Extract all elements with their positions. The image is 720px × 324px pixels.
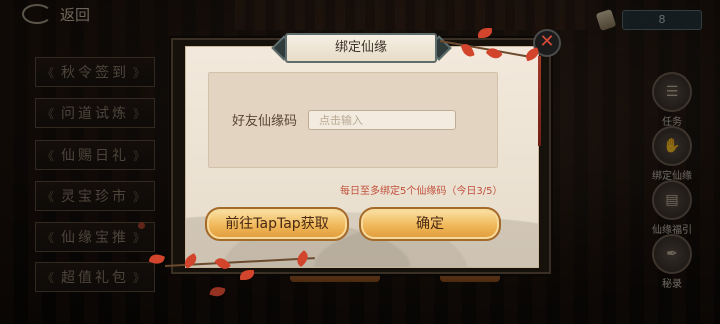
confirm-button[interactable]: 确定 <box>359 207 501 241</box>
fate-code-input[interactable]: 点击输入 <box>308 110 456 130</box>
dialog-title: 绑定仙缘 <box>285 33 437 63</box>
go-taptap-button[interactable]: 前往TapTap获取 <box>205 207 349 241</box>
daily-limit-text: 每日至多绑定5个仙缘码（今日3/5） <box>340 186 503 197</box>
tassel-ornament <box>538 56 541 146</box>
field-label: 好友仙缘码 <box>232 114 298 129</box>
